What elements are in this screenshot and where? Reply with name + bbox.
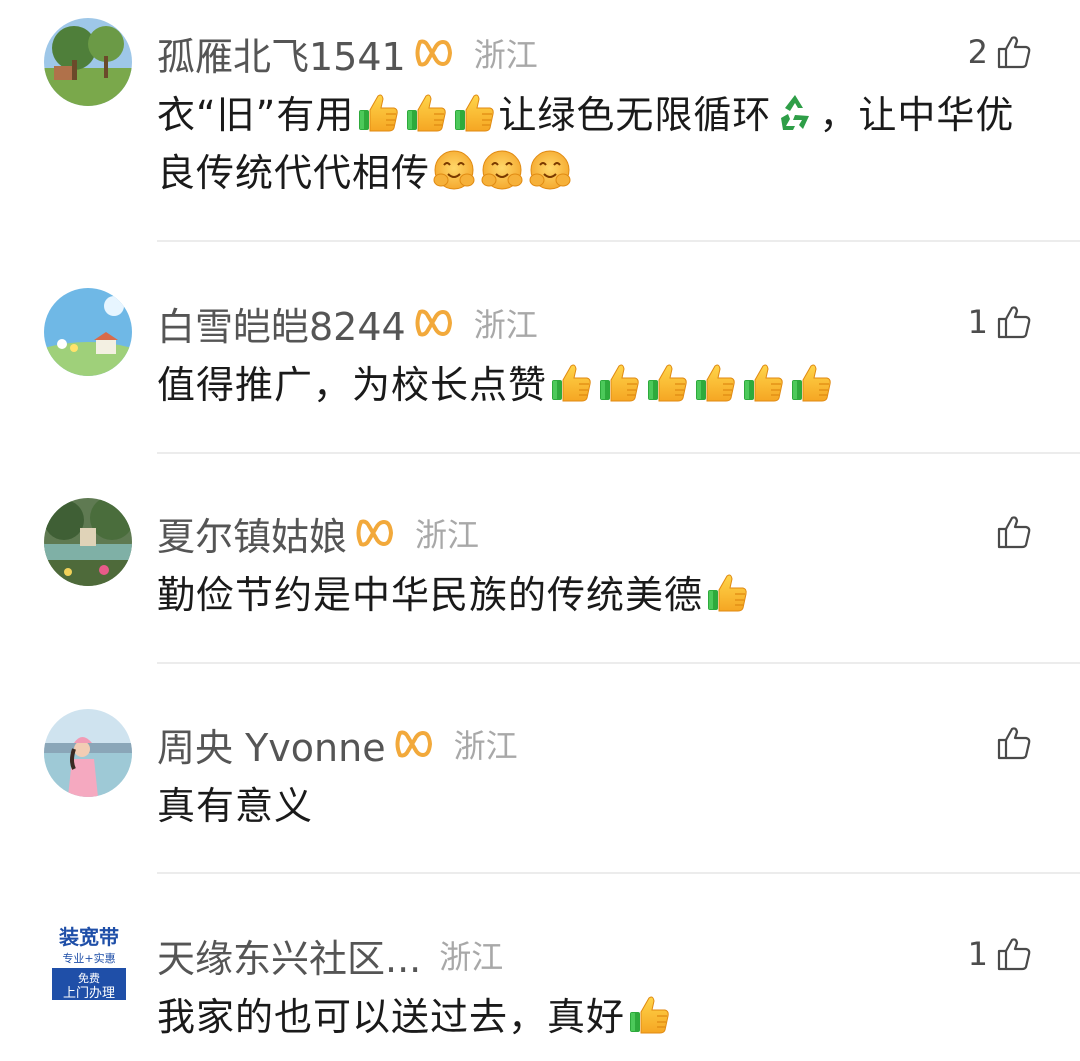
thumbs-up-outline-icon[interactable]: [996, 34, 1032, 70]
like-button[interactable]: 1: [968, 932, 1032, 976]
comment-header: 天缘东兴社区... 浙江: [157, 928, 504, 983]
like-count: 2: [967, 33, 988, 71]
comment-text: 勤俭节约是中华民族的传统美德: [157, 566, 1037, 624]
location-label: 浙江: [473, 306, 538, 344]
thumbs-up-outline-icon[interactable]: [996, 514, 1032, 550]
comment-text-part: 真有意义: [157, 784, 314, 828]
hug-face-icon: [528, 148, 572, 192]
comment-text: 真有意义: [157, 777, 1037, 835]
comment-header: 夏尔镇姑娘 浙江: [157, 506, 480, 561]
like-count: 1: [967, 303, 988, 341]
comment-text-part: 衣“旧”有用: [157, 93, 355, 137]
divider: [157, 452, 1080, 454]
avatar[interactable]: [44, 288, 132, 376]
vip-badge-icon: [414, 38, 456, 68]
divider: [157, 662, 1080, 664]
vip-badge-icon: [414, 308, 456, 338]
like-button[interactable]: [988, 721, 1032, 765]
like-button[interactable]: [988, 510, 1032, 554]
location-label: 浙江: [473, 36, 538, 74]
thumbs-up-outline-icon[interactable]: [996, 936, 1032, 972]
avatar-ad-title: 装宽带: [58, 925, 119, 949]
avatar[interactable]: [44, 498, 132, 586]
thumbs-up-icon: [741, 360, 785, 404]
thumbs-up-icon: [404, 90, 448, 134]
comment-header: 白雪皑皑8244 浙江: [157, 296, 538, 351]
comment-text: 我家的也可以送过去，真好: [157, 988, 1037, 1046]
avatar[interactable]: [44, 18, 132, 106]
comment-item: 孤雁北飞1541 浙江 2 衣“旧”有用 让绿色无限循环 ，让中华优良传统代代相传: [0, 18, 1080, 243]
thumbs-up-icon: [356, 90, 400, 134]
username[interactable]: 周央 Yvonne: [157, 717, 386, 772]
comment-text-part: 让绿色无限循环: [498, 93, 772, 137]
avatar[interactable]: 装宽带 专业+实惠 免费 上门办理: [48, 920, 130, 1002]
like-count: 1: [967, 935, 988, 973]
comment-header: 周央 Yvonne 浙江: [157, 717, 518, 772]
username[interactable]: 孤雁北飞1541: [157, 26, 406, 81]
thumbs-up-icon: [597, 360, 641, 404]
thumbs-up-icon: [452, 90, 496, 134]
comment-item: 周央 Yvonne 浙江 真有意义: [0, 709, 1080, 869]
username[interactable]: 天缘东兴社区...: [157, 928, 421, 983]
thumbs-up-icon: [627, 992, 671, 1036]
thumbs-up-outline-icon[interactable]: [996, 725, 1032, 761]
thumbs-up-icon: [549, 360, 593, 404]
location-label: 浙江: [439, 938, 504, 976]
recycle-icon: [773, 90, 817, 134]
divider: [157, 872, 1080, 874]
avatar-ad-service: 上门办理: [63, 986, 115, 1001]
username[interactable]: 夏尔镇姑娘: [157, 506, 347, 561]
comment-text: 衣“旧”有用 让绿色无限循环 ，让中华优良传统代代相传: [157, 86, 1037, 202]
location-label: 浙江: [453, 727, 518, 765]
comment-text-part: 勤俭节约是中华民族的传统美德: [157, 573, 704, 617]
avatar-ad-subtitle: 专业+实惠: [62, 951, 115, 965]
thumbs-up-icon: [705, 570, 749, 614]
comment-item: 夏尔镇姑娘 浙江 勤俭节约是中华民族的传统美德: [0, 498, 1080, 658]
comment-item: 装宽带 专业+实惠 免费 上门办理 天缘东兴社区... 浙江 1 我家的也可以送…: [0, 920, 1080, 1061]
comment-text-part: 我家的也可以送过去，真好: [157, 995, 626, 1039]
hug-face-icon: [432, 148, 476, 192]
vip-badge-icon: [355, 518, 397, 548]
like-button[interactable]: 1: [968, 300, 1032, 344]
divider: [157, 240, 1080, 242]
vip-badge-icon: [394, 729, 436, 759]
thumbs-up-icon: [693, 360, 737, 404]
hug-face-icon: [480, 148, 524, 192]
thumbs-up-icon: [789, 360, 833, 404]
thumbs-up-icon: [645, 360, 689, 404]
comment-text-part: 值得推广，为校长点赞: [157, 363, 548, 407]
username[interactable]: 白雪皑皑8244: [157, 296, 406, 351]
avatar[interactable]: [44, 709, 132, 797]
like-button[interactable]: 2: [968, 30, 1032, 74]
comment-header: 孤雁北飞1541 浙江: [157, 26, 538, 81]
location-label: 浙江: [415, 516, 480, 554]
comment-item: 白雪皑皑8244 浙江 1 值得推广，为校长点赞: [0, 288, 1080, 448]
avatar-ad-free: 免费: [78, 971, 100, 985]
comment-text: 值得推广，为校长点赞: [157, 356, 1037, 414]
thumbs-up-outline-icon[interactable]: [996, 304, 1032, 340]
